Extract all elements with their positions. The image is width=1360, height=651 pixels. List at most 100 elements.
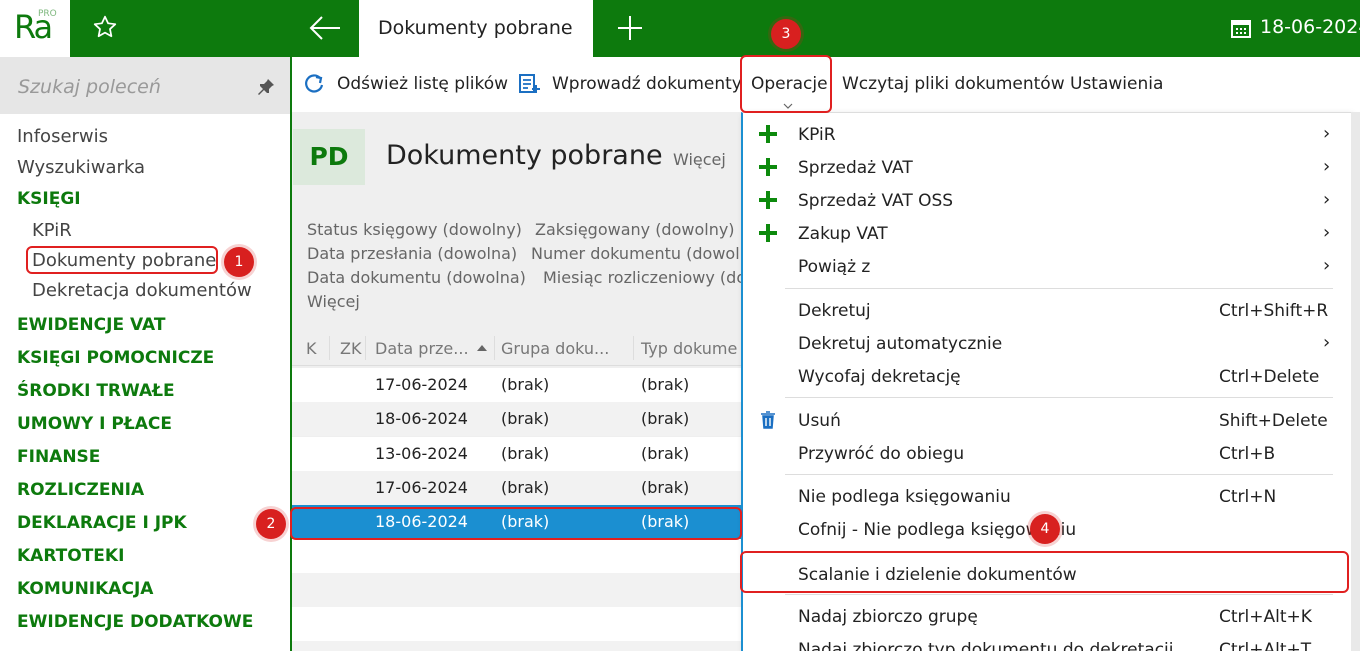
sidebar-section-ewidencje-dodatkowe[interactable]: EWIDENCJE DODATKOWE xyxy=(17,612,253,632)
filter-zaksiegowany[interactable]: Zaksięgowany (dowolny) xyxy=(535,220,735,239)
table-row[interactable]: 17-06-2024 (brak) (brak) xyxy=(292,471,742,505)
enter-documents-icon[interactable] xyxy=(518,73,540,95)
sidebar-section-ksiegi[interactable]: KSIĘGI xyxy=(17,189,81,209)
menu-item-kpir[interactable]: KPiR › xyxy=(743,118,1351,151)
tab-dokumenty-pobrane[interactable]: Dokumenty pobrane xyxy=(359,0,593,57)
menu-item-usun[interactable]: Usuń Shift+Delete xyxy=(743,404,1351,437)
sidebar-section-umowy-place[interactable]: UMOWY I PŁACE xyxy=(17,414,172,434)
chevron-right-icon: › xyxy=(1323,255,1331,276)
sidebar-section-ewidencje-vat[interactable]: EWIDENCJE VAT xyxy=(17,315,165,335)
sidebar-item-kpir[interactable]: KPiR xyxy=(32,220,72,241)
sort-ascending-icon xyxy=(477,345,487,351)
settings-button[interactable]: Ustawienia xyxy=(1070,74,1163,94)
menu-item-nadaj-grupe[interactable]: Nadaj zbiorczo grupę Ctrl+Alt+K xyxy=(743,600,1351,633)
calendar-icon[interactable] xyxy=(1231,18,1251,38)
grid-header: K ZK Data prze... Grupa doku... Typ doku… xyxy=(292,330,742,366)
command-search[interactable]: Szukaj poleceń xyxy=(0,57,290,114)
annotation-badge-3: 3 xyxy=(771,19,801,49)
cell-group: (brak) xyxy=(501,409,550,428)
column-data-przeslania[interactable]: Data prze... xyxy=(375,339,469,358)
menu-item-label: Dekretuj xyxy=(798,301,871,321)
plus-icon xyxy=(759,158,777,176)
chevron-right-icon: › xyxy=(1323,123,1331,144)
filter-more[interactable]: Więcej xyxy=(307,292,360,311)
refresh-icon[interactable] xyxy=(303,73,325,95)
sidebar-section-rozliczenia[interactable]: ROZLICZENIA xyxy=(17,480,144,500)
menu-item-shortcut: Ctrl+Alt+K xyxy=(1219,607,1312,627)
chevron-right-icon: › xyxy=(1323,332,1331,353)
search-placeholder[interactable]: Szukaj poleceń xyxy=(18,76,161,98)
menu-item-sprzedaz-vat[interactable]: Sprzedaż VAT › xyxy=(743,151,1351,184)
column-typ-dokumentu[interactable]: Typ dokume xyxy=(641,339,737,358)
menu-item-nadaj-typ[interactable]: Nadaj zbiorczo typ dokumentu do dekretac… xyxy=(743,633,1351,651)
enter-documents-button[interactable]: Wprowadź dokumenty xyxy=(552,74,742,94)
pin-icon[interactable] xyxy=(256,77,276,97)
menu-item-label: Przywróć do obiegu xyxy=(798,444,965,464)
current-date[interactable]: 18-06-2024 xyxy=(1260,16,1360,38)
menu-item-label: Sprzedaż VAT OSS xyxy=(798,191,954,211)
menu-item-shortcut: Ctrl+Alt+T xyxy=(1219,640,1312,651)
filter-data-dokumentu[interactable]: Data dokumentu (dowolna) xyxy=(307,268,526,287)
new-tab-plus-icon[interactable] xyxy=(617,15,643,41)
menu-item-label: Powiąż z xyxy=(798,257,871,277)
annotation-badge-2: 2 xyxy=(256,509,286,539)
table-row[interactable]: 13-06-2024 (brak) (brak) xyxy=(292,437,742,471)
annotation-highlight-scalanie xyxy=(740,551,1349,593)
cell-group: (brak) xyxy=(501,444,550,463)
filter-status[interactable]: Status księgowy (dowolny) xyxy=(307,220,522,239)
column-divider[interactable] xyxy=(494,336,495,360)
sidebar-section-ksiegi-pomocnicze[interactable]: KSIĘGI POMOCNICZE xyxy=(17,348,214,368)
sidebar-section-deklaracje-jpk[interactable]: DEKLARACJE I JPK xyxy=(17,513,187,533)
column-k[interactable]: K xyxy=(306,339,317,358)
filter-numer-dokumentu[interactable]: Numer dokumentu (dowolny) xyxy=(531,244,766,263)
menu-item-wycofaj-dekretacje[interactable]: Wycofaj dekretację Ctrl+Delete xyxy=(743,360,1351,393)
menu-item-dekretuj[interactable]: Dekretuj Ctrl+Shift+R xyxy=(743,294,1351,327)
filter-data-przeslania[interactable]: Data przesłania (dowolna) xyxy=(307,244,517,263)
sidebar-item-dekretacja[interactable]: Dekretacja dokumentów xyxy=(32,280,252,301)
annotation-highlight-row xyxy=(290,507,742,540)
table-row[interactable]: 18-06-2024 (brak) (brak) xyxy=(292,402,742,436)
page-title: Dokumenty pobrane xyxy=(386,140,663,171)
menu-item-label: Sprzedaż VAT xyxy=(798,158,913,178)
cell-group: (brak) xyxy=(501,478,550,497)
plus-icon xyxy=(759,224,777,242)
cell-date: 13-06-2024 xyxy=(375,444,468,463)
sidebar-section-kartoteki[interactable]: KARTOTEKI xyxy=(17,546,124,566)
empty-row xyxy=(292,641,742,651)
menu-item-nie-podlega[interactable]: Nie podlega księgowaniu Ctrl+N xyxy=(743,480,1351,513)
column-grupa-dokumentu[interactable]: Grupa doku... xyxy=(501,339,609,358)
refresh-button[interactable]: Odśwież listę plików xyxy=(337,74,508,94)
top-bar: Ra PRO Dokumenty pobrane 18-06-2024 xyxy=(0,0,1360,57)
sidebar-section-komunikacja[interactable]: KOMUNIKACJA xyxy=(17,579,153,599)
column-zk[interactable]: ZK xyxy=(340,339,361,358)
more-link[interactable]: Więcej xyxy=(673,150,726,169)
menu-item-zakup-vat[interactable]: Zakup VAT › xyxy=(743,217,1351,250)
menu-item-sprzedaz-vat-oss[interactable]: Sprzedaż VAT OSS › xyxy=(743,184,1351,217)
annotation-badge-4: 4 xyxy=(1030,514,1060,544)
sidebar: Szukaj poleceń Infoserwis Wyszukiwarka K… xyxy=(0,57,292,651)
app-logo[interactable]: Ra PRO xyxy=(0,0,70,57)
column-divider[interactable] xyxy=(633,336,634,360)
annotation-highlight-sidebar xyxy=(26,246,218,274)
cell-date: 17-06-2024 xyxy=(375,375,468,394)
menu-item-shortcut: Shift+Delete xyxy=(1219,411,1328,431)
column-divider[interactable] xyxy=(365,336,366,360)
load-files-button[interactable]: Wczytaj pliki dokumentów xyxy=(842,74,1065,94)
sidebar-section-finanse[interactable]: FINANSE xyxy=(17,447,100,467)
menu-item-shortcut: Ctrl+Delete xyxy=(1219,367,1320,387)
star-icon[interactable] xyxy=(92,14,118,40)
trash-icon xyxy=(761,411,775,429)
sidebar-item-infoserwis[interactable]: Infoserwis xyxy=(17,126,108,147)
menu-item-przywroc[interactable]: Przywróć do obiegu Ctrl+B xyxy=(743,437,1351,470)
sidebar-item-wyszukiwarka[interactable]: Wyszukiwarka xyxy=(17,157,145,178)
menu-separator xyxy=(785,474,1333,475)
sidebar-section-srodki-trwale[interactable]: ŚRODKI TRWAŁE xyxy=(17,381,175,401)
menu-item-label: Zakup VAT xyxy=(798,224,888,244)
menu-item-powiaz-z[interactable]: Powiąż z › xyxy=(743,250,1351,283)
table-row[interactable]: 17-06-2024 (brak) (brak) xyxy=(292,368,742,402)
cell-type: (brak) xyxy=(641,444,690,463)
column-divider[interactable] xyxy=(329,336,330,360)
back-arrow-icon[interactable] xyxy=(308,14,342,42)
page-badge: PD xyxy=(293,129,365,185)
menu-item-dekretuj-automatycznie[interactable]: Dekretuj automatycznie › xyxy=(743,327,1351,360)
